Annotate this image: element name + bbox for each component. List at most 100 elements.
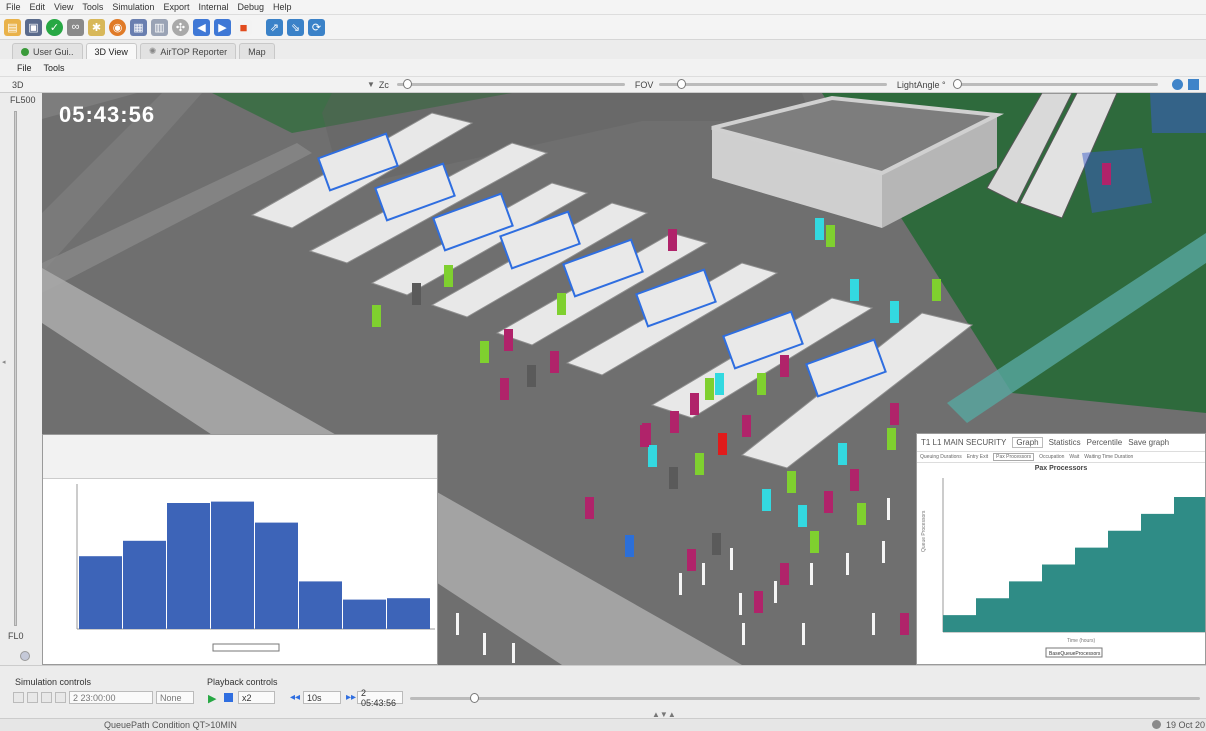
light-angle-slider[interactable]: [952, 79, 1158, 89]
toolbar-separator: [256, 19, 262, 36]
pax-processors-panel[interactable]: T1 L1 MAIN SECURITY Graph Statistics Per…: [916, 433, 1206, 665]
pax-panel-header: T1 L1 MAIN SECURITY Graph Statistics Per…: [917, 434, 1205, 452]
3d-viewport[interactable]: 05:43:56 T1 L1 MAIN SECURITY Graph Stati…: [42, 93, 1206, 665]
zoom-slider-knob[interactable]: [402, 79, 412, 89]
refresh-icon[interactable]: ⟳: [308, 18, 325, 36]
pax-panel-subtabs: Queuing Durations Entry Exit Pax Process…: [917, 452, 1205, 463]
tab-airtop-reporter-label: AirTOP Reporter: [160, 46, 228, 57]
subtab-wait[interactable]: Wait: [1069, 454, 1079, 460]
submenu-file[interactable]: File: [17, 63, 32, 73]
collapse-left-icon[interactable]: ◂: [2, 358, 6, 366]
playback-step-select[interactable]: 10s: [303, 691, 341, 704]
tab-airtop-reporter[interactable]: ✺ AirTOP Reporter: [139, 43, 237, 59]
pax-step: [1174, 497, 1205, 632]
playback-slider-knob[interactable]: [470, 693, 479, 703]
settings-icon[interactable]: ✱: [88, 18, 105, 36]
tab-user-gui[interactable]: User Gui..: [12, 43, 83, 59]
playback-slider[interactable]: [410, 693, 1200, 703]
menu-file[interactable]: File: [6, 2, 21, 12]
menu-export[interactable]: Export: [163, 2, 189, 12]
chart-export-icon[interactable]: ⇗: [266, 18, 283, 36]
fov-slider-knob[interactable]: [676, 79, 686, 89]
chart-import-icon[interactable]: ⇘: [287, 18, 304, 36]
subtab-waiting-time[interactable]: Waiting Time Duration: [1084, 454, 1133, 460]
sim-step-icon[interactable]: [41, 692, 52, 703]
save-graph-button[interactable]: Save graph: [1128, 438, 1169, 447]
tab-user-gui-label: User Gui..: [33, 46, 74, 57]
graph-button[interactable]: Graph: [1012, 437, 1043, 448]
stop-icon[interactable]: ■: [235, 18, 252, 36]
histogram-bar: [167, 503, 210, 629]
network-icon[interactable]: ✣: [172, 18, 189, 36]
simulation-unit-select[interactable]: None: [156, 691, 194, 704]
simulation-time-field[interactable]: 2 23:00:00: [69, 691, 153, 704]
zoom-slider[interactable]: [396, 79, 625, 89]
statistics-button[interactable]: Statistics: [1049, 438, 1081, 447]
histogram-bar: [123, 540, 166, 629]
level-top-label: FL500: [10, 95, 36, 105]
view-submenu: File Tools: [0, 59, 1206, 76]
subtab-queuing[interactable]: Queuing Durations: [920, 454, 962, 460]
menu-simulation[interactable]: Simulation: [112, 2, 154, 12]
pax-step: [1141, 513, 1175, 632]
sim-pause-icon[interactable]: [27, 692, 38, 703]
pax-x-label: Time (hours): [1067, 638, 1095, 644]
subtab-entry-exit[interactable]: Entry Exit: [967, 454, 988, 460]
menu-edit[interactable]: Edit: [30, 2, 46, 12]
menu-help[interactable]: Help: [273, 2, 292, 12]
link-icon[interactable]: ∞: [67, 18, 84, 36]
histogram-panel[interactable]: [42, 434, 438, 665]
menu-tools[interactable]: Tools: [82, 2, 103, 12]
open-folder-icon[interactable]: ▤: [4, 18, 21, 36]
back-arrow-icon[interactable]: ◀: [193, 18, 210, 36]
status-date: 19 Oct 20: [1166, 720, 1206, 730]
histogram-bars: [79, 501, 430, 629]
fov-slider[interactable]: [658, 79, 887, 89]
globe-icon[interactable]: ◉: [109, 18, 126, 36]
histogram-legend-box: [212, 643, 280, 652]
simulation-buttons: [13, 692, 66, 703]
step-forward-icon[interactable]: ▸▸: [346, 692, 356, 703]
fov-label: FOV: [634, 79, 654, 90]
light-angle-label: LightAngle °: [896, 79, 946, 90]
step-back-icon[interactable]: ◂◂: [290, 692, 300, 703]
play-icon[interactable]: ▶: [208, 692, 216, 705]
level-slider[interactable]: [14, 111, 17, 626]
sim-rewind-icon[interactable]: [13, 692, 24, 703]
grid-icon[interactable]: ▦: [130, 18, 147, 36]
menu-view[interactable]: View: [54, 2, 73, 12]
globe-icon[interactable]: [1171, 79, 1183, 90]
light-angle-slider-knob[interactable]: [952, 79, 962, 89]
menu-internal[interactable]: Internal: [198, 2, 228, 12]
pax-chart-title: Pax Processors: [1034, 465, 1088, 472]
save-icon[interactable]: ▣: [25, 18, 42, 36]
percentile-button[interactable]: Percentile: [1087, 438, 1123, 447]
playback-speed-select[interactable]: x2: [238, 691, 275, 704]
pax-step: [1075, 547, 1109, 632]
stop-playback-icon[interactable]: [224, 693, 233, 702]
histogram-panel-header: [43, 435, 437, 479]
pax-step: [1042, 564, 1076, 632]
reset-level-icon[interactable]: [20, 651, 30, 661]
pax-step: [1009, 581, 1043, 632]
tab-map-label: Map: [248, 46, 266, 57]
tab-map[interactable]: Map: [239, 43, 275, 59]
menu-debug[interactable]: Debug: [237, 2, 264, 12]
clock-icon: [1152, 720, 1161, 729]
histogram-bar: [255, 522, 298, 629]
pax-legend-label: BaseQueueProcessors: [1049, 651, 1101, 657]
subtab-pax-processors[interactable]: Pax Processors: [993, 453, 1035, 461]
main-toolbar: ▤ ▣ ✓ ∞ ✱ ◉ ▦ ▥ ✣ ◀ ▶ ■ ⇗ ⇘ ⟳: [0, 15, 1206, 40]
submenu-tools[interactable]: Tools: [44, 63, 65, 73]
histogram-chart: [76, 484, 435, 652]
subtab-occupation[interactable]: Occupation: [1039, 454, 1064, 460]
calendar-icon[interactable]: ▥: [151, 18, 168, 36]
check-icon[interactable]: ✓: [46, 18, 63, 36]
panel-toggle-icon[interactable]: [1187, 79, 1199, 90]
view-mode-select[interactable]: 3D: [12, 80, 367, 90]
sim-forward-icon[interactable]: [55, 692, 66, 703]
tab-3d-view[interactable]: 3D View: [85, 43, 137, 59]
simulation-controls-label: Simulation controls: [15, 677, 92, 687]
pax-y-label: Queue Processors: [921, 510, 927, 552]
forward-arrow-icon[interactable]: ▶: [214, 18, 231, 36]
